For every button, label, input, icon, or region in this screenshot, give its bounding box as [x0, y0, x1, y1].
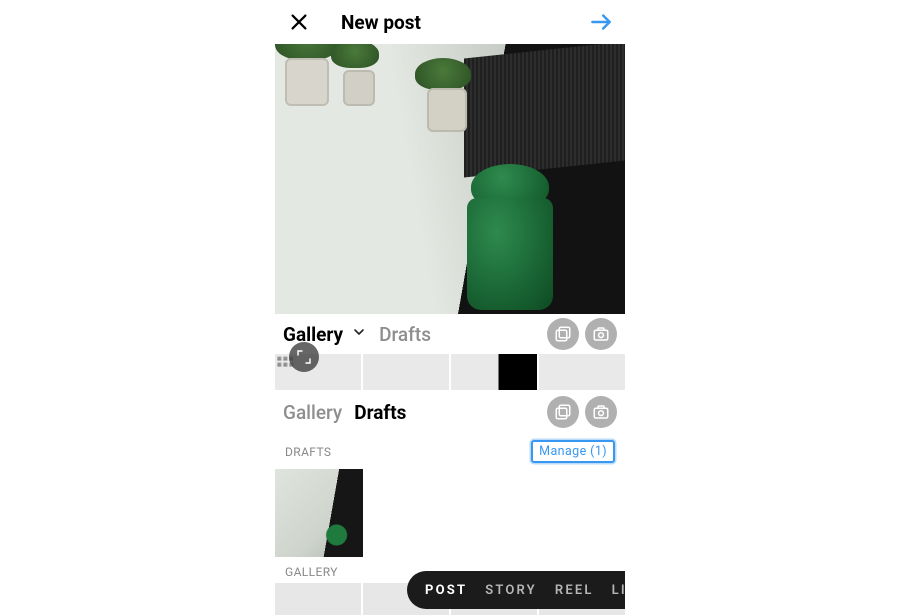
multi-select-icon	[554, 325, 572, 343]
gallery-thumb[interactable]	[451, 354, 537, 390]
gallery-thumb-row: ▦ ▦ ▦▦ ▦ ▦	[275, 354, 625, 392]
source-row-2: Gallery Drafts	[275, 392, 625, 432]
tab-drafts[interactable]: Drafts	[379, 323, 431, 346]
mode-post[interactable]: POST	[425, 583, 467, 598]
preview-planter	[427, 88, 467, 132]
manage-drafts-button[interactable]: Manage (1)	[531, 440, 615, 463]
photo-preview[interactable]	[275, 44, 625, 314]
camera-icon	[592, 403, 610, 421]
camera-icon	[592, 325, 610, 343]
preview-plant	[415, 58, 471, 90]
gallery-thumb[interactable]	[363, 354, 449, 390]
preview-plant	[331, 44, 379, 68]
gallery-heading: GALLERY	[285, 565, 338, 579]
multi-select-icon	[554, 403, 572, 421]
close-icon	[288, 11, 310, 33]
camera-button[interactable]	[585, 318, 617, 350]
multi-select-button[interactable]	[547, 318, 579, 350]
next-button[interactable]	[587, 8, 615, 36]
drafts-section-header: DRAFTS Manage (1)	[275, 432, 625, 467]
expand-icon	[296, 349, 312, 365]
preview-planter	[343, 70, 375, 106]
arrow-right-icon	[588, 9, 614, 35]
phone-frame: New post Gallery Drafts	[275, 0, 625, 615]
drafts-heading: DRAFTS	[285, 445, 331, 459]
mode-live[interactable]: LI	[612, 583, 625, 598]
gallery-dropdown[interactable]	[351, 324, 367, 344]
expand-crop-button[interactable]	[289, 342, 319, 372]
header-bar: New post	[275, 0, 625, 44]
preview-railing	[464, 44, 625, 177]
mode-story[interactable]: STORY	[485, 583, 537, 598]
tab-drafts-2[interactable]: Drafts	[354, 401, 406, 424]
draft-thumbnail[interactable]	[275, 469, 363, 557]
close-button[interactable]	[285, 8, 313, 36]
post-type-selector[interactable]: POST STORY REEL LI	[407, 571, 625, 609]
source-row-1: Gallery Drafts	[275, 314, 625, 354]
page-title: New post	[341, 11, 421, 34]
camera-button-2[interactable]	[585, 396, 617, 428]
mode-reel[interactable]: REEL	[555, 583, 594, 598]
chevron-down-icon	[351, 324, 367, 340]
preview-trashcan	[467, 198, 553, 310]
tab-gallery-2[interactable]: Gallery	[283, 401, 342, 424]
tab-gallery[interactable]: Gallery	[283, 323, 343, 346]
preview-planter	[285, 58, 329, 106]
gallery-thumb[interactable]	[539, 354, 625, 390]
gallery-thumb[interactable]	[275, 583, 361, 615]
multi-select-button-2[interactable]	[547, 396, 579, 428]
